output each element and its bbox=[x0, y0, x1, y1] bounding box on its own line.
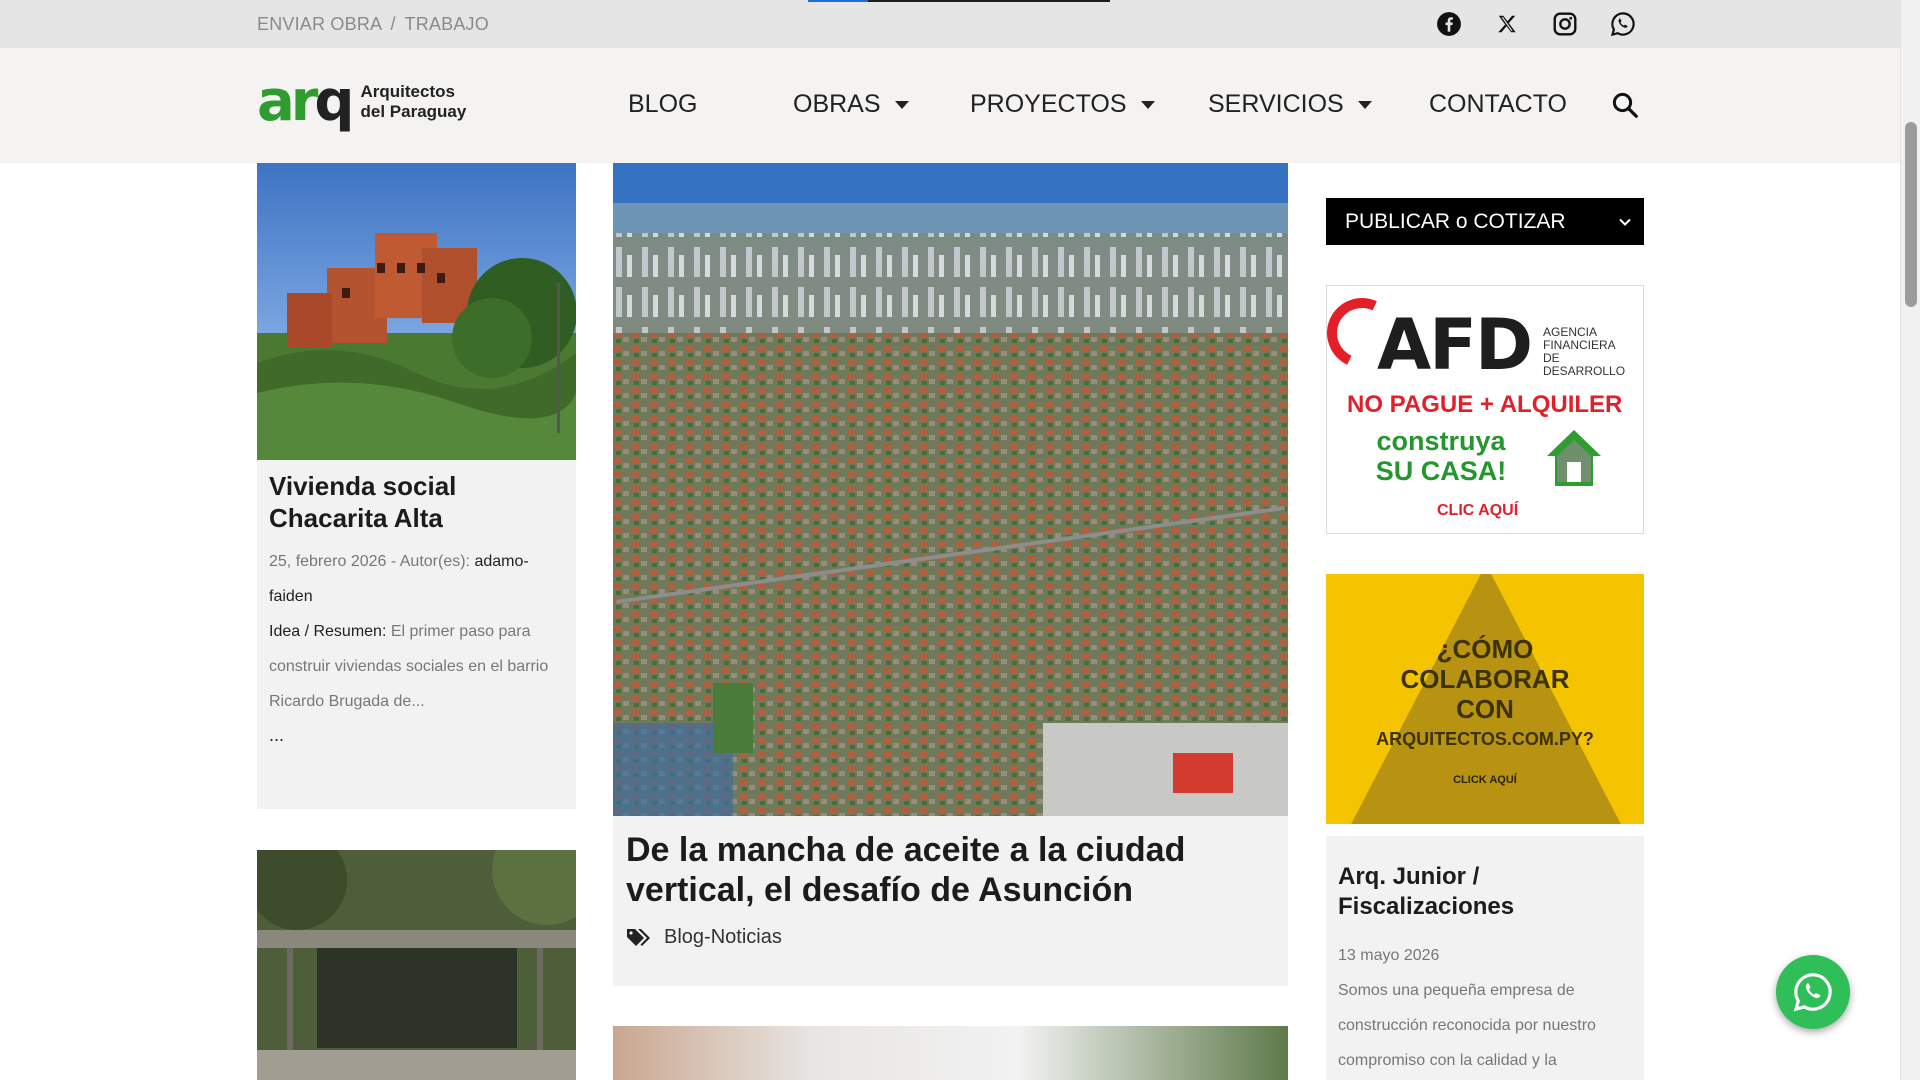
whatsapp-icon bbox=[1793, 973, 1832, 1012]
ad-site: ARQUITECTOS.COM.PY? bbox=[1376, 729, 1594, 749]
afd-ad-banner[interactable]: AFD AGENCIA FINANCIERA DE DESARROLLO NO … bbox=[1326, 285, 1644, 534]
job-excerpt: Somos una pequeña empresa de construcció… bbox=[1338, 982, 1596, 1069]
featured-post-image[interactable] bbox=[613, 163, 1288, 816]
logo-mark-green: ar bbox=[257, 69, 318, 134]
ad-cta: CLIC AQUÍ bbox=[1437, 502, 1519, 519]
main-navbar: arq Arquitectos del Paraguay BLOG OBRAS … bbox=[0, 48, 1900, 163]
select-value: PUBLICAR o COTIZAR bbox=[1345, 209, 1566, 233]
whatsapp-icon[interactable] bbox=[1609, 10, 1637, 38]
job-date: 13 mayo 2026 bbox=[1338, 947, 1440, 964]
menu-label: OBRAS bbox=[793, 90, 881, 118]
chevron-down-icon bbox=[1619, 218, 1631, 226]
x-icon[interactable] bbox=[1493, 10, 1521, 38]
instagram-icon[interactable] bbox=[1551, 10, 1579, 38]
ad-agency-line: DE DESARROLLO bbox=[1543, 351, 1626, 378]
post-author-prefix: - Autor(es): bbox=[386, 553, 475, 570]
main-menu: BLOG OBRAS PROYECTOS SERVICIOS CONTACTO bbox=[628, 90, 1567, 119]
post-title[interactable]: Vivienda social Chacarita Alta bbox=[257, 460, 576, 534]
ad-headline: NO PAGUE + ALQUILER bbox=[1347, 391, 1623, 418]
menu-item-blog[interactable]: BLOG bbox=[628, 90, 793, 119]
search-icon[interactable] bbox=[1610, 90, 1640, 120]
site-logo[interactable]: arq Arquitectos del Paraguay bbox=[257, 74, 481, 130]
menu-label: CONTACTO bbox=[1429, 90, 1567, 118]
tags-icon bbox=[627, 928, 650, 946]
reading-progress-bar bbox=[808, 0, 1110, 2]
whatsapp-chat-button[interactable] bbox=[1776, 955, 1850, 1029]
reading-progress-fill bbox=[808, 0, 869, 2]
scrollbar-thumb[interactable] bbox=[1905, 122, 1917, 307]
logo-mark-dark: q bbox=[314, 69, 354, 134]
post-meta: 25, febrero 2026 - Autor(es): adamo-faid… bbox=[257, 534, 576, 614]
menu-item-contacto[interactable]: CONTACTO bbox=[1429, 90, 1567, 119]
menu-label: BLOG bbox=[628, 90, 698, 118]
featured-post-title[interactable]: De la mancha de aceite a la ciudad verti… bbox=[613, 816, 1288, 910]
menu-item-proyectos[interactable]: PROYECTOS bbox=[970, 90, 1208, 119]
top-bar: ENVIAR OBRA / TRABAJO bbox=[0, 0, 1900, 48]
logo-text: Arquitectos del Paraguay bbox=[360, 82, 467, 121]
post-card[interactable]: Vivienda social Chacarita Alta 25, febre… bbox=[257, 163, 576, 809]
menu-item-servicios[interactable]: SERVICIOS bbox=[1208, 90, 1429, 119]
job-post-card[interactable]: Arq. Junior / Fiscalizaciones 13 mayo 20… bbox=[1326, 836, 1644, 1080]
post-date: 25, febrero 2026 bbox=[269, 553, 387, 570]
ad-cta: CLICK AQUÍ bbox=[1453, 774, 1517, 786]
ad-subheadline: construya SU CASA! bbox=[1375, 426, 1507, 486]
menu-label: PROYECTOS bbox=[970, 90, 1127, 118]
post-category: Blog-Noticias bbox=[613, 910, 1288, 965]
post-thumbnail[interactable] bbox=[257, 850, 576, 1080]
chevron-down-icon bbox=[1357, 100, 1372, 109]
chevron-down-icon bbox=[1140, 100, 1155, 109]
logo-mark: arq bbox=[257, 74, 355, 130]
page-scrollbar[interactable] bbox=[1900, 0, 1920, 1080]
top-links-separator: / bbox=[390, 14, 396, 34]
facebook-icon[interactable] bbox=[1435, 10, 1463, 38]
ad-brand: AFD bbox=[1377, 304, 1533, 386]
submit-work-link[interactable]: ENVIAR OBRA bbox=[257, 14, 381, 34]
social-links bbox=[1435, 10, 1637, 38]
collaborate-ad-banner[interactable]: ¿CÓMO COLABORAR CON ARQUITECTOS.COM.PY? … bbox=[1326, 574, 1644, 824]
excerpt-label: Idea / Resumen: bbox=[269, 623, 387, 640]
ad-text: ¿CÓMO COLABORAR CON ARQUITECTOS.COM.PY? bbox=[1326, 634, 1644, 754]
menu-label: SERVICIOS bbox=[1208, 90, 1344, 118]
ad-agency: AGENCIA FINANCIERA DE DESARROLLO bbox=[1543, 326, 1643, 378]
post-excerpt: Idea / Resumen: El primer paso para cons… bbox=[257, 614, 576, 719]
jobs-link[interactable]: TRABAJO bbox=[405, 14, 489, 34]
publish-quote-select[interactable]: PUBLICAR o COTIZAR bbox=[1326, 198, 1644, 245]
featured-post[interactable]: De la mancha de aceite a la ciudad verti… bbox=[613, 163, 1288, 986]
chevron-down-icon bbox=[894, 100, 909, 109]
top-links: ENVIAR OBRA / TRABAJO bbox=[257, 14, 489, 35]
ad-headline: ¿CÓMO COLABORAR CON bbox=[1400, 634, 1570, 724]
post-card[interactable] bbox=[257, 850, 576, 1080]
menu-item-obras[interactable]: OBRAS bbox=[793, 90, 970, 119]
job-title[interactable]: Arq. Junior / Fiscalizaciones bbox=[1338, 862, 1632, 922]
category-link[interactable]: Blog-Noticias bbox=[664, 926, 782, 949]
post-thumbnail[interactable] bbox=[257, 163, 576, 460]
house-icon bbox=[1545, 428, 1603, 490]
post-card[interactable] bbox=[613, 1026, 1288, 1080]
read-more-link[interactable]: ... bbox=[257, 719, 576, 752]
